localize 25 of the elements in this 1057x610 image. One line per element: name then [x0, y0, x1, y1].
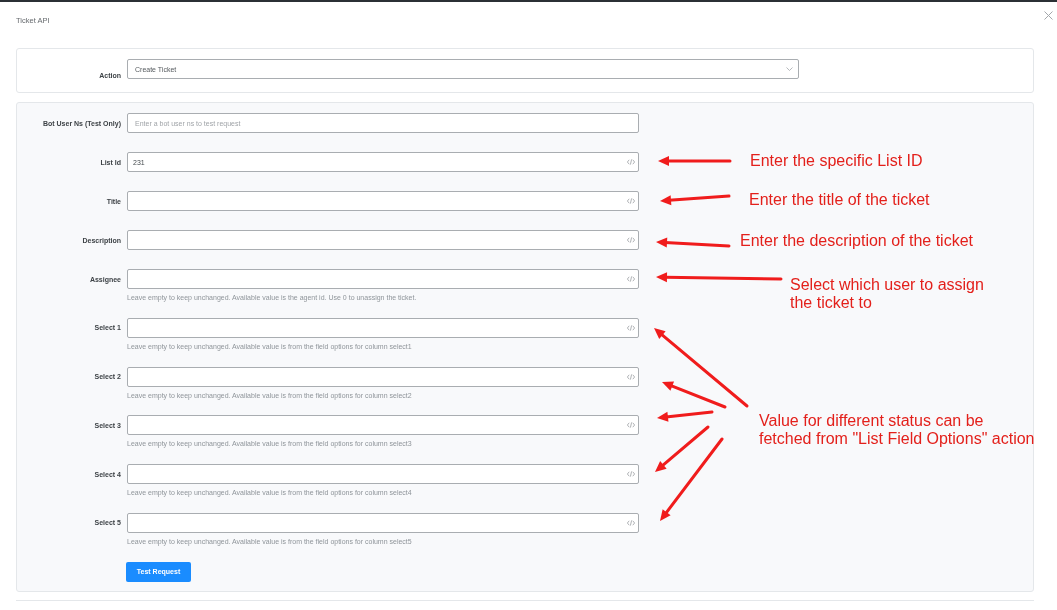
- annotation-text: Value for different status can be fetched from "List Field Options" action: [759, 412, 1035, 448]
- code-icon[interactable]: [627, 237, 635, 243]
- code-icon[interactable]: [627, 159, 635, 165]
- code-icon[interactable]: [627, 276, 635, 282]
- text-field[interactable]: [127, 230, 639, 250]
- chevron-down-icon: [786, 67, 793, 71]
- text-field[interactable]: [127, 512, 639, 533]
- annotation-arrow: [660, 194, 731, 206]
- annotation-text: Enter the specific List ID: [750, 152, 923, 170]
- text-field[interactable]: [127, 366, 639, 387]
- text-field[interactable]: [127, 269, 639, 289]
- code-icon[interactable]: [627, 373, 635, 380]
- annotation-text: Select which user to assign the ticket to: [790, 276, 984, 312]
- code-icon[interactable]: [627, 198, 635, 204]
- code-icon[interactable]: [627, 519, 635, 526]
- text-field[interactable]: [127, 464, 639, 484]
- code-icon[interactable]: [627, 422, 635, 429]
- text-field[interactable]: [127, 415, 639, 436]
- code-icon[interactable]: [627, 324, 635, 331]
- annotation-text: Enter the description of the ticket: [740, 232, 973, 250]
- annotation-text: Enter the title of the ticket: [749, 191, 930, 209]
- close-icon[interactable]: [1044, 11, 1053, 20]
- text-field[interactable]: [127, 317, 639, 338]
- code-icon[interactable]: [627, 471, 635, 477]
- text-field[interactable]: [127, 191, 639, 211]
